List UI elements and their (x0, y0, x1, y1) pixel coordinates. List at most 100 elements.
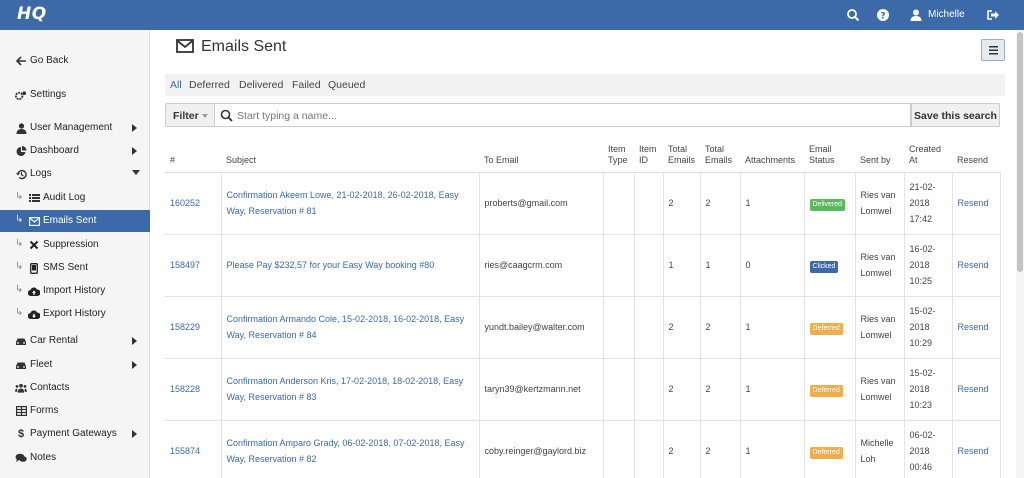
resend-link[interactable]: Resend (958, 384, 989, 394)
sidebar-item-export-history[interactable]: ↳ Export History (0, 303, 150, 325)
table-row: 158229 Confirmation Armando Cole, 15-02-… (165, 295, 1001, 359)
app-logo[interactable]: HQ (17, 4, 47, 24)
sent-by: Michelle Loh (854, 419, 905, 478)
total-emails: 1 (662, 233, 701, 297)
sidebar-item-dashboard[interactable]: Dashboard (0, 140, 150, 162)
column-header[interactable]: Subject (221, 140, 479, 173)
column-header[interactable]: # (165, 140, 221, 173)
to-email: taryn39@kertzmann.net (478, 357, 604, 421)
email-subject-link[interactable]: Confirmation Anderson Kris, 17-02-2018, … (227, 376, 464, 402)
sidebar-item-user-management[interactable]: User Management (0, 117, 150, 139)
list-icon (28, 192, 40, 204)
search-icon[interactable] (846, 8, 860, 22)
chevron-down-icon (132, 170, 140, 175)
sent-by: Ries van Lomwel (854, 171, 905, 235)
item-id (633, 295, 664, 359)
sent-by: Ries van Lomwel (854, 295, 905, 359)
menu-toggle-button[interactable] (981, 39, 1005, 61)
sidebar-item-sms-sent[interactable]: ↳ SMS Sent (0, 257, 150, 279)
times-icon (28, 239, 40, 251)
total-emails: 2 (662, 357, 701, 421)
svg-text:?: ? (880, 12, 885, 22)
tab-queued[interactable]: Queued (328, 79, 365, 91)
item-type (602, 419, 635, 478)
column-header[interactable]: Email Status (804, 140, 855, 173)
sidebar-item-settings[interactable]: Settings (0, 84, 150, 106)
to-email: yundt.bailey@walter.com (478, 295, 604, 359)
column-header[interactable]: Total Emails (663, 140, 700, 173)
sign-out-icon[interactable] (986, 8, 1000, 22)
tree-connector-icon: ↳ (15, 307, 24, 318)
status-badge: Deferred (809, 323, 843, 335)
column-header[interactable]: Total Emails (700, 140, 740, 173)
envelope-icon (28, 215, 40, 227)
resend-link[interactable]: Resend (958, 260, 989, 270)
sidebar-item-go-back[interactable]: Go Back (0, 50, 150, 72)
email-subject-link[interactable]: Confirmation Akeem Lowe, 21-02-2018, 26-… (227, 190, 459, 216)
scrollbar-thumb[interactable] (1017, 32, 1023, 272)
tab-deferred[interactable]: Deferred (189, 79, 230, 91)
total-emails: 2 (699, 357, 741, 421)
email-id-link[interactable]: 160252 (170, 198, 200, 208)
gears-icon (15, 89, 27, 101)
arrow-left-icon (15, 55, 27, 67)
user-name[interactable]: Michelle (928, 9, 965, 20)
resend-link[interactable]: Resend (958, 446, 989, 456)
email-id-link[interactable]: 158228 (170, 384, 200, 394)
sidebar-item-notes[interactable]: Notes (0, 447, 150, 469)
attachments-count: 1 (739, 171, 805, 235)
column-header[interactable]: Created At (904, 140, 952, 173)
email-id-link[interactable]: 155874 (170, 446, 200, 456)
sidebar-item-forms[interactable]: Forms (0, 400, 150, 422)
column-header[interactable]: Attachments (740, 140, 804, 173)
email-id-link[interactable]: 158497 (170, 260, 200, 270)
table-row: 158228 Confirmation Anderson Kris, 17-02… (165, 357, 1001, 421)
resend-link[interactable]: Resend (958, 322, 989, 332)
total-emails: 2 (662, 171, 701, 235)
table-icon (15, 405, 27, 417)
status-badge: Clicked (809, 261, 839, 273)
email-id-link[interactable]: 158229 (170, 322, 200, 332)
column-header[interactable]: Item Type (603, 140, 634, 173)
item-type (602, 171, 635, 235)
item-id (633, 171, 664, 235)
tab-delivered[interactable]: Delivered (239, 79, 283, 91)
mobile-icon (28, 262, 40, 274)
column-header[interactable]: To Email (479, 140, 603, 173)
email-subject-link[interactable]: Confirmation Armando Cole, 15-02-2018, 1… (227, 314, 465, 340)
top-bar: HQ ? Michelle (0, 0, 1024, 30)
table-row: 155874 Confirmation Amparo Grady, 06-02-… (165, 419, 1001, 478)
sidebar-item-fleet[interactable]: Fleet (0, 354, 150, 376)
sidebar-item-logs[interactable]: Logs (0, 163, 150, 185)
resend-link[interactable]: Resend (958, 198, 989, 208)
scrollbar-track[interactable] (1016, 30, 1024, 478)
sidebar-item-emails-sent[interactable]: ↳ Emails Sent (0, 210, 150, 232)
sidebar-item-suppression[interactable]: ↳ Suppression (0, 234, 150, 256)
sidebar-item-car-rental[interactable]: Car Rental (0, 330, 150, 352)
sidebar-item-payment-gateways[interactable]: $ Payment Gateways (0, 423, 150, 445)
tab-all[interactable]: All (170, 79, 182, 91)
status-badge: Delivered (809, 199, 846, 211)
save-search-button[interactable]: Save this search (911, 103, 1000, 127)
to-email: coby.reinger@gaylord.biz (478, 419, 604, 478)
car-icon (15, 359, 27, 371)
column-header[interactable]: Resend (952, 140, 1000, 173)
status-badge: Deferred (809, 447, 843, 459)
sidebar-item-import-history[interactable]: ↳ Import History (0, 280, 150, 302)
sidebar-item-audit-log[interactable]: ↳ Audit Log (0, 187, 150, 209)
item-type (602, 233, 635, 297)
emails-table: # Subject To Email Item Type Item ID Tot… (165, 140, 1001, 478)
search-input[interactable] (237, 108, 897, 124)
chevron-right-icon (132, 124, 137, 132)
email-subject-link[interactable]: Please Pay $232,57 for your Easy Way boo… (227, 260, 435, 270)
help-icon[interactable]: ? (876, 8, 890, 22)
user-icon[interactable] (909, 8, 923, 22)
tab-failed[interactable]: Failed (292, 79, 321, 91)
column-header[interactable]: Item ID (634, 140, 663, 173)
email-subject-link[interactable]: Confirmation Amparo Grady, 06-02-2018, 0… (227, 438, 465, 464)
attachments-count: 1 (739, 357, 805, 421)
sidebar-item-contacts[interactable]: Contacts (0, 377, 150, 399)
column-header[interactable]: Sent by (855, 140, 904, 173)
bars-icon (989, 46, 998, 55)
attachments-count: 0 (739, 233, 805, 297)
